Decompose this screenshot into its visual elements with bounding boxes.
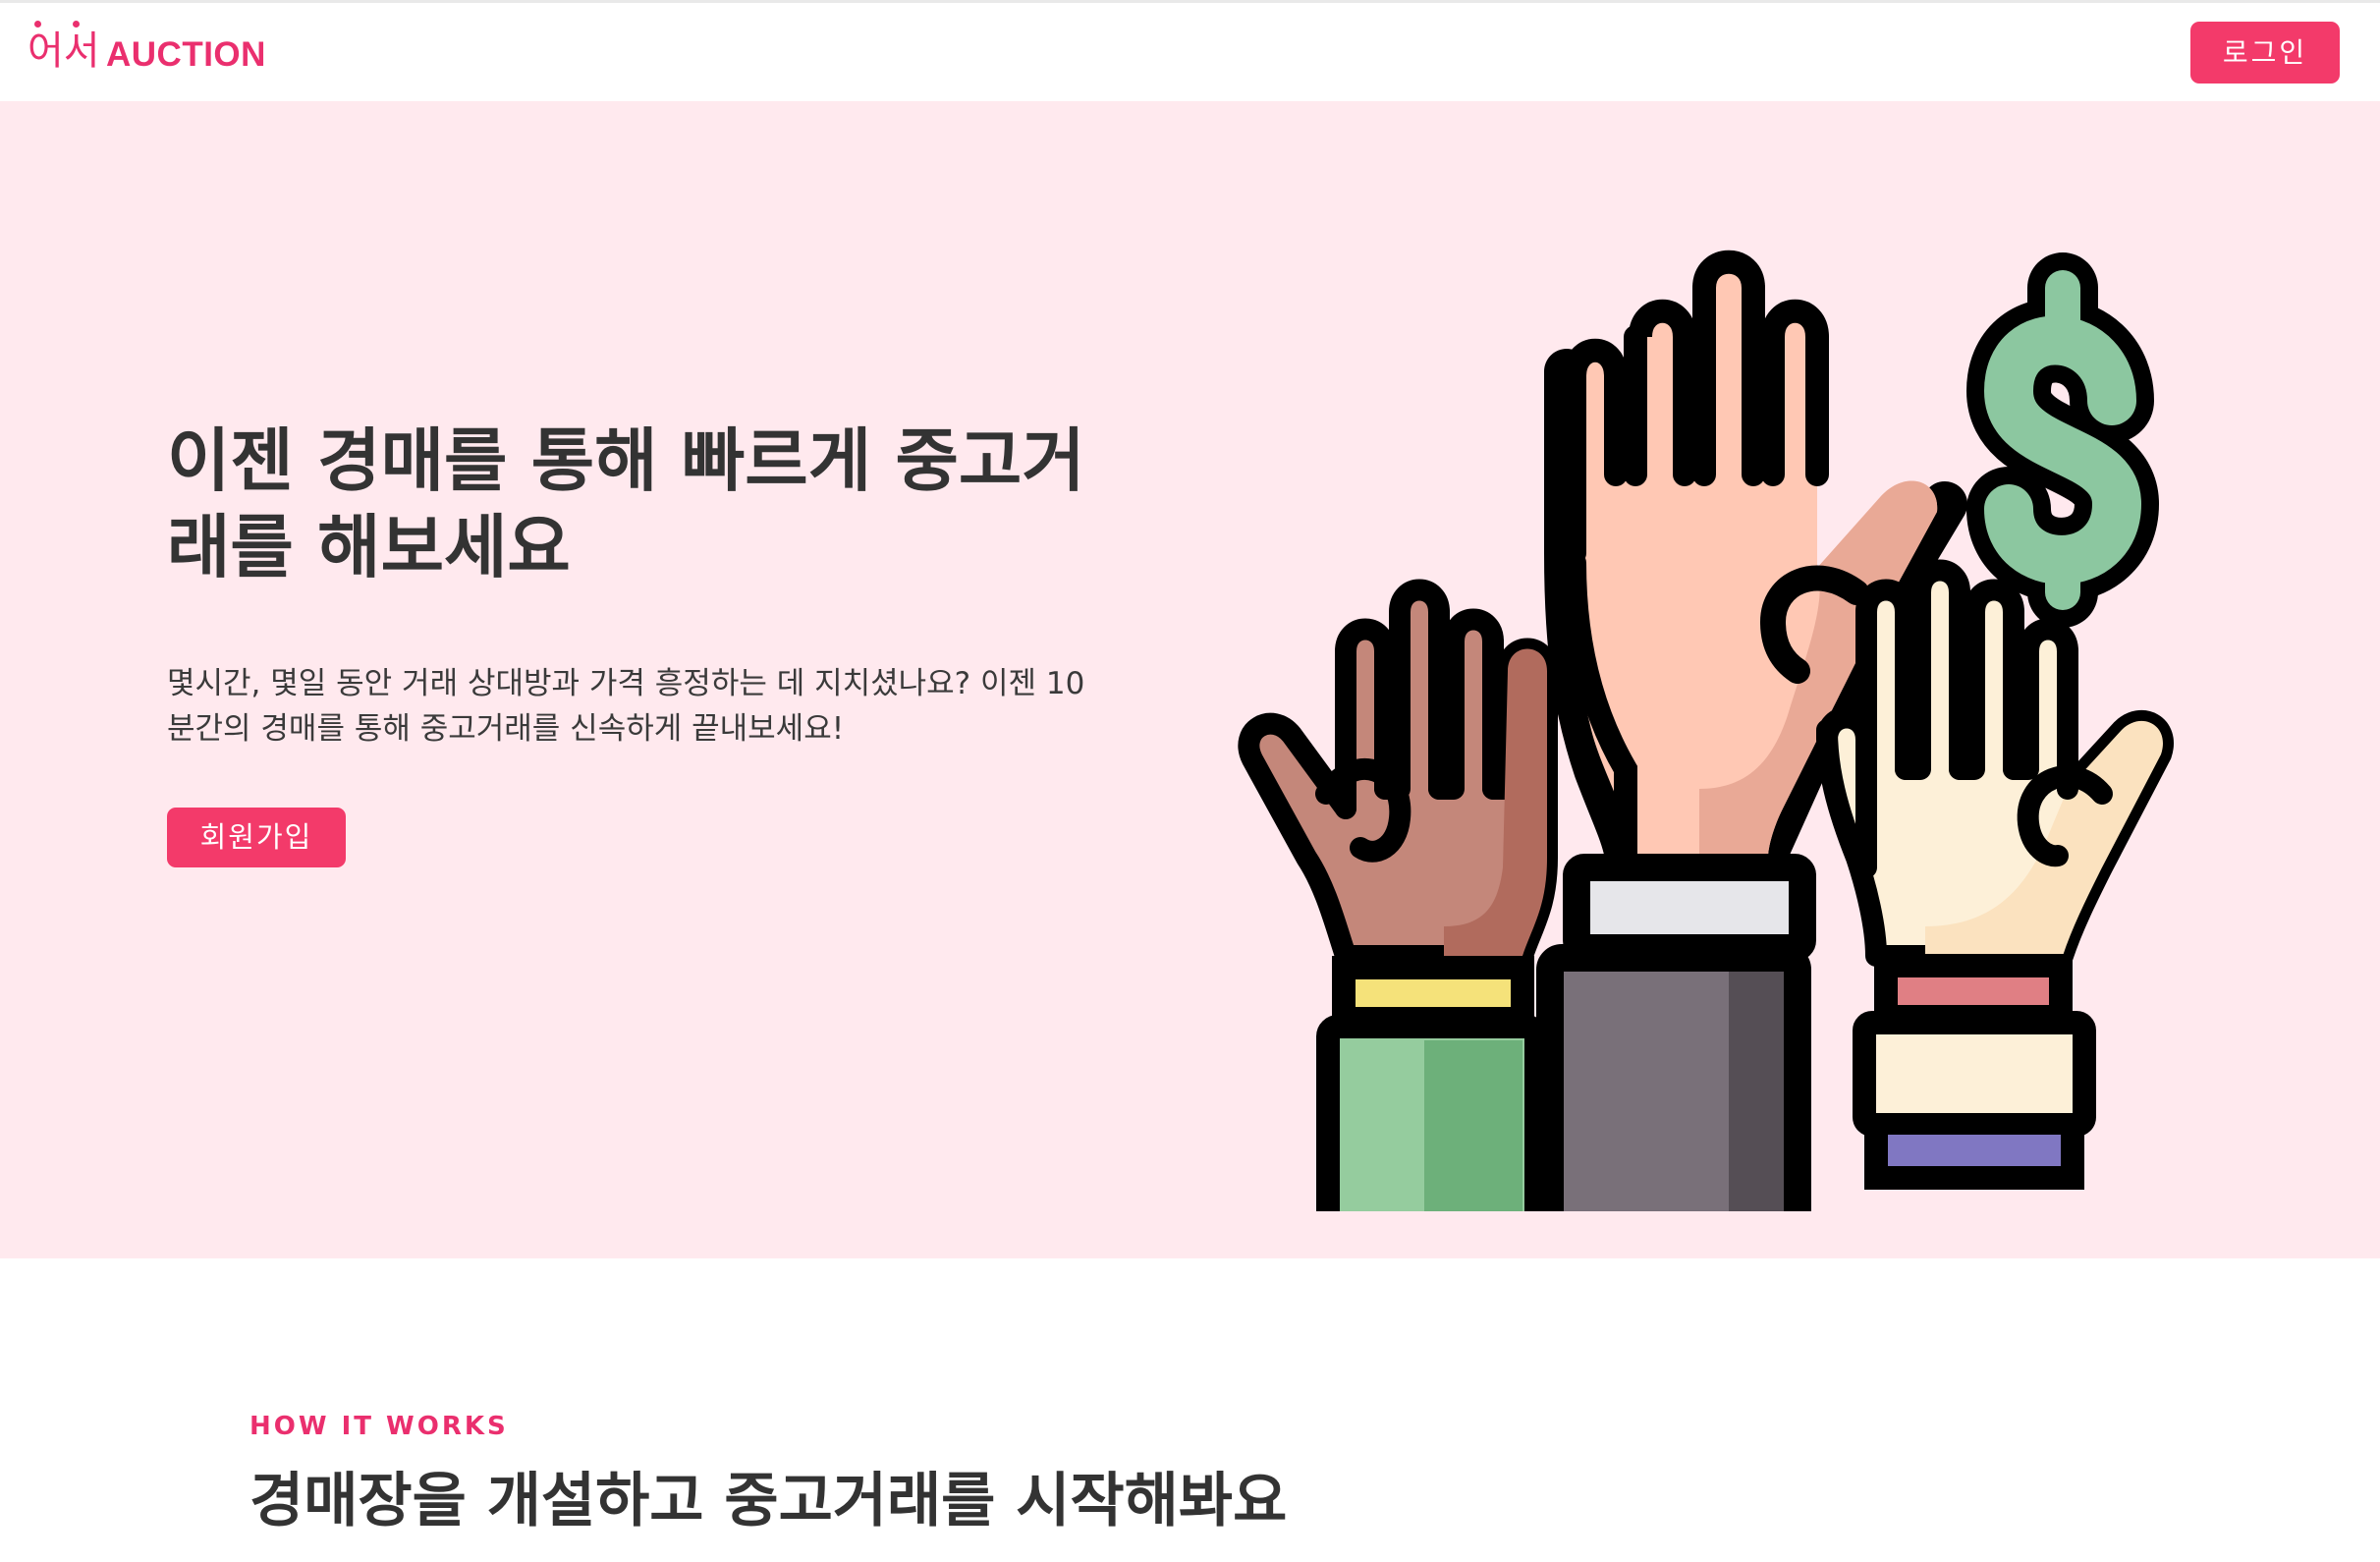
section-title: 경매장을 개설하고 중고거래를 시작해봐요 (249, 1467, 1288, 1535)
hero-section: 이젠 경매를 통해 빠르게 중고거래를 해보세요 몇시간, 몇일 동안 거래 상… (0, 101, 2380, 1258)
hero-title: 이젠 경매를 통해 빠르게 중고거래를 해보세요 (167, 420, 1085, 587)
left-hand-icon (1238, 579, 1558, 1211)
site-header: 어서 AUCTION 로그인 (0, 3, 2380, 101)
raised-hands-illustration (1238, 250, 2174, 1211)
section-eyebrow: HOW IT WORKS (249, 1412, 509, 1441)
hero-description: 몇시간, 몇일 동안 거래 상대방과 가격 흥정하는 데 지치셨나요? 이젠 1… (167, 666, 1085, 747)
how-it-works-section: HOW IT WORKS 경매장을 개설하고 중고거래를 시작해봐요 (0, 1258, 2380, 1562)
login-button[interactable]: 로그인 (2190, 22, 2340, 84)
dollar-sign-icon (1966, 252, 2159, 628)
right-hand-icon (1816, 559, 2174, 1190)
logo-english-text: AUCTION (106, 35, 266, 74)
logo-korean-text: 어서 (28, 28, 100, 74)
signup-button[interactable]: 회원가입 (167, 808, 346, 867)
